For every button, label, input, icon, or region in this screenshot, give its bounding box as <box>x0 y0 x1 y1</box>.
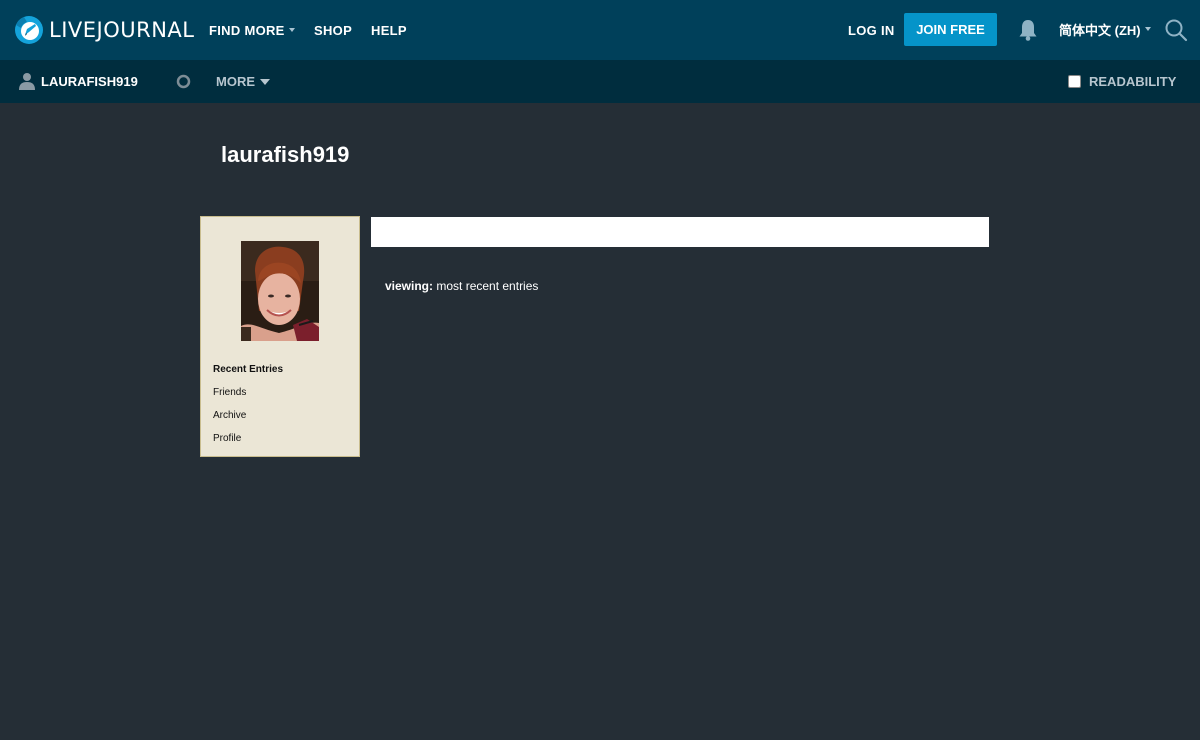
readability-toggle: READABILITY <box>1068 60 1176 103</box>
sidebar-link-archive[interactable]: Archive <box>213 410 283 433</box>
ring-icon[interactable] <box>176 74 191 89</box>
join-free-button[interactable]: JOIN FREE <box>904 13 997 46</box>
nav-shop-label: SHOP <box>314 22 353 38</box>
nav-help[interactable]: HELP <box>371 0 407 60</box>
user-icon <box>19 73 35 90</box>
search-icon[interactable] <box>1164 18 1188 42</box>
readability-label: READABILITY <box>1089 74 1177 89</box>
sidebar-link-profile[interactable]: Profile <box>213 433 283 456</box>
livejournal-logo[interactable]: LIVEJOURNAL <box>14 14 195 46</box>
language-selector[interactable]: 简体中文 (ZH) <box>1059 0 1151 58</box>
journal-sidebar: Recent Entries Friends Archive Profile <box>200 216 360 457</box>
livejournal-logo-icon <box>15 16 43 44</box>
readability-checkbox[interactable] <box>1068 75 1081 88</box>
journal-header-bar <box>371 217 989 247</box>
more-menu[interactable]: MORE <box>216 60 270 103</box>
viewing-label: viewing: <box>385 279 434 293</box>
sidebar-link-friends[interactable]: Friends <box>213 387 283 410</box>
nav-find-more[interactable]: FIND MORE <box>209 0 295 60</box>
journal-navigation-bar: LAURAFISH919 MORE READABILITY <box>0 60 1200 103</box>
sidebar-link-recent-entries[interactable]: Recent Entries <box>213 364 283 387</box>
bell-icon[interactable] <box>1017 18 1039 42</box>
nav-help-label: HELP <box>371 22 407 38</box>
journal-links: Recent Entries Friends Archive Profile <box>213 364 283 456</box>
login-label: LOG IN <box>848 22 895 38</box>
viewing-indicator: viewing: most recent entries <box>385 279 538 293</box>
nav-find-more-label: FIND MORE <box>209 22 285 38</box>
join-free-label: JOIN FREE <box>916 22 985 37</box>
logo-text: LIVEJOURNAL <box>49 18 195 42</box>
nav-shop[interactable]: SHOP <box>314 0 352 60</box>
chevron-down-icon <box>288 28 295 32</box>
chevron-down-icon <box>260 78 270 85</box>
userpic-avatar[interactable] <box>241 241 319 341</box>
login-link[interactable]: LOG IN <box>848 0 895 60</box>
more-label: MORE <box>216 74 255 89</box>
journal-title: laurafish919 <box>221 142 350 167</box>
chevron-down-icon <box>1144 27 1151 31</box>
language-label: 简体中文 (ZH) <box>1059 22 1141 38</box>
viewing-value: most recent entries <box>436 279 539 293</box>
top-navigation-bar: LIVEJOURNAL FIND MORE SHOP HELP LOG IN J… <box>0 0 1200 60</box>
journal-username: LAURAFISH919 <box>41 74 138 89</box>
journal-username-link[interactable]: LAURAFISH919 <box>41 60 138 103</box>
